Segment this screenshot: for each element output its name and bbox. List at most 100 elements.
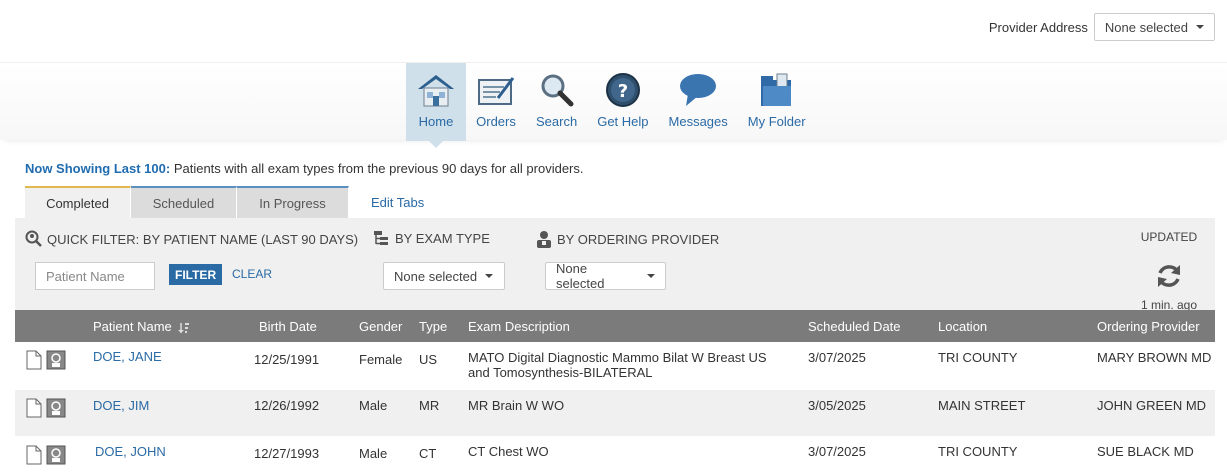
home-icon <box>418 75 454 107</box>
nav-my-folder[interactable]: My Folder <box>738 63 816 141</box>
edit-tabs-link[interactable]: Edit Tabs <box>349 186 424 218</box>
nav-home[interactable]: Home <box>406 63 466 141</box>
nav-my-folder-label: My Folder <box>747 114 806 129</box>
tab-scheduled[interactable]: Scheduled <box>131 186 237 218</box>
document-icon[interactable] <box>26 350 42 370</box>
search-person-icon <box>25 230 42 247</box>
filter-panel: QUICK FILTER: BY PATIENT NAME (LAST 90 D… <box>15 218 1215 312</box>
table-row[interactable]: DOE, JIM 12/26/1992 Male MR MR Brain W W… <box>15 390 1215 436</box>
col-birth-date[interactable]: Birth Date <box>259 319 317 334</box>
results-table-header: Patient Name Birth Date Gender Type Exam… <box>15 310 1215 342</box>
col-gender[interactable]: Gender <box>359 319 402 334</box>
cell-ordering-provider: JOHN GREEN MD <box>1097 398 1207 413</box>
cell-scheduled-date: 3/05/2025 <box>808 398 866 413</box>
image-viewer-icon[interactable] <box>46 398 66 418</box>
cell-scheduled-date: 3/07/2025 <box>808 444 866 459</box>
cell-ordering-provider: MARY BROWN MD <box>1097 350 1212 365</box>
col-ordering-provider[interactable]: Ordering Provider <box>1097 319 1200 334</box>
nav-get-help-label: Get Help <box>597 114 649 129</box>
image-viewer-icon[interactable] <box>46 350 66 370</box>
nav-home-label: Home <box>418 114 454 129</box>
caret-down-icon <box>647 274 655 278</box>
provider-icon <box>537 231 551 248</box>
nav-active-pointer <box>428 140 444 148</box>
exam-type-label: BY EXAM TYPE <box>395 230 490 246</box>
cell-type: CT <box>419 446 437 461</box>
search-icon <box>541 74 574 107</box>
col-patient-name-label: Patient Name <box>93 319 172 334</box>
caret-down-icon <box>485 274 494 278</box>
col-scheduled-date[interactable]: Scheduled Date <box>808 319 901 334</box>
updated-block: UPDATED 1 min. ago <box>1133 230 1205 312</box>
cell-location: MAIN STREET <box>938 398 1026 413</box>
showing-highlight: Now Showing Last 100: <box>25 161 171 176</box>
provider-address-value: None selected <box>1104 19 1188 35</box>
cell-exam-description: MR Brain W WO <box>468 398 565 413</box>
patient-name-link[interactable]: DOE, JANE <box>93 349 162 364</box>
tab-in-progress[interactable]: In Progress <box>237 186 349 218</box>
cell-scheduled-date: 3/07/2025 <box>808 350 866 365</box>
showing-summary: Now Showing Last 100: Patients with all … <box>25 161 584 176</box>
sort-icon <box>178 322 190 333</box>
tab-in-progress-label: In Progress <box>259 195 326 211</box>
cell-location: TRI COUNTY <box>938 444 1018 459</box>
cell-exam-description: CT Chest WO <box>468 444 549 459</box>
patient-name-input[interactable] <box>35 262 155 290</box>
nav-messages[interactable]: Messages <box>659 63 738 141</box>
nav-get-help[interactable]: ? Get Help <box>587 63 658 141</box>
refresh-icon[interactable] <box>1155 262 1183 290</box>
patient-name-link[interactable]: DOE, JIM <box>93 398 149 413</box>
cell-ordering-provider: SUE BLACK MD <box>1097 444 1194 459</box>
nav-orders[interactable]: Orders <box>466 63 526 141</box>
filter-button[interactable]: FILTER <box>169 264 223 285</box>
provider-address: Provider Address None selected <box>989 13 1215 41</box>
nav-messages-label: Messages <box>668 114 728 129</box>
exam-type-select[interactable]: None selected <box>383 262 505 290</box>
cell-gender: Female <box>359 352 403 367</box>
tab-scheduled-label: Scheduled <box>152 195 215 211</box>
image-viewer-icon[interactable] <box>46 445 66 465</box>
col-location[interactable]: Location <box>938 319 987 334</box>
row-actions <box>26 350 66 370</box>
document-icon[interactable] <box>26 398 42 418</box>
hierarchy-icon <box>374 231 388 245</box>
folder-icon <box>760 73 791 106</box>
main-nav: Home Orders Search ? Get Help Messages M… <box>0 62 1227 141</box>
nav-search[interactable]: Search <box>526 63 587 141</box>
provider-address-label: Provider Address <box>988 19 1088 35</box>
patient-name-link[interactable]: DOE, JOHN <box>95 444 166 459</box>
col-patient-name[interactable]: Patient Name <box>93 319 190 334</box>
clear-link[interactable]: CLEAR <box>232 267 272 281</box>
ordering-provider-select[interactable]: None selected <box>545 261 666 291</box>
nav-search-label: Search <box>536 114 578 129</box>
cell-type: MR <box>419 398 440 413</box>
ordering-provider-value: None selected <box>556 261 605 291</box>
document-icon[interactable] <box>26 445 42 465</box>
updated-label: UPDATED <box>1140 230 1198 244</box>
cell-exam-description: MATO Digital Diagnostic Mammo Bilat W Br… <box>468 350 767 380</box>
help-icon: ? <box>605 73 640 107</box>
tab-completed[interactable]: Completed <box>25 186 131 218</box>
cell-birth-date: 12/27/1993 <box>254 446 320 461</box>
showing-text: Patients with all exam types from the pr… <box>173 161 584 176</box>
quick-filter-label: QUICK FILTER: BY PATIENT NAME (LAST 90 D… <box>47 231 359 247</box>
row-actions <box>26 398 66 418</box>
caret-down-icon <box>1196 25 1204 29</box>
orders-icon <box>478 77 515 105</box>
cell-gender: Male <box>359 398 388 413</box>
row-actions <box>26 445 66 465</box>
cell-birth-date: 12/25/1991 <box>254 352 320 367</box>
table-row[interactable]: DOE, JANE 12/25/1991 Female US MATO Digi… <box>15 342 1215 390</box>
cell-type: US <box>419 352 438 367</box>
svg-text:?: ? <box>618 81 628 102</box>
exam-type-header: BY EXAM TYPE <box>373 230 490 246</box>
nav-orders-label: Orders <box>476 114 516 129</box>
exam-type-value: None selected <box>394 268 478 284</box>
provider-address-select[interactable]: None selected <box>1093 13 1215 41</box>
tab-bar: Completed Scheduled In Progress Edit Tab… <box>25 186 424 218</box>
tab-completed-label: Completed <box>46 195 109 211</box>
cell-location: TRI COUNTY <box>938 350 1018 365</box>
col-exam-description[interactable]: Exam Description <box>468 319 570 334</box>
col-type[interactable]: Type <box>419 319 447 334</box>
table-row[interactable]: DOE, JOHN 12/27/1993 Male CT CT Chest WO… <box>15 436 1215 475</box>
